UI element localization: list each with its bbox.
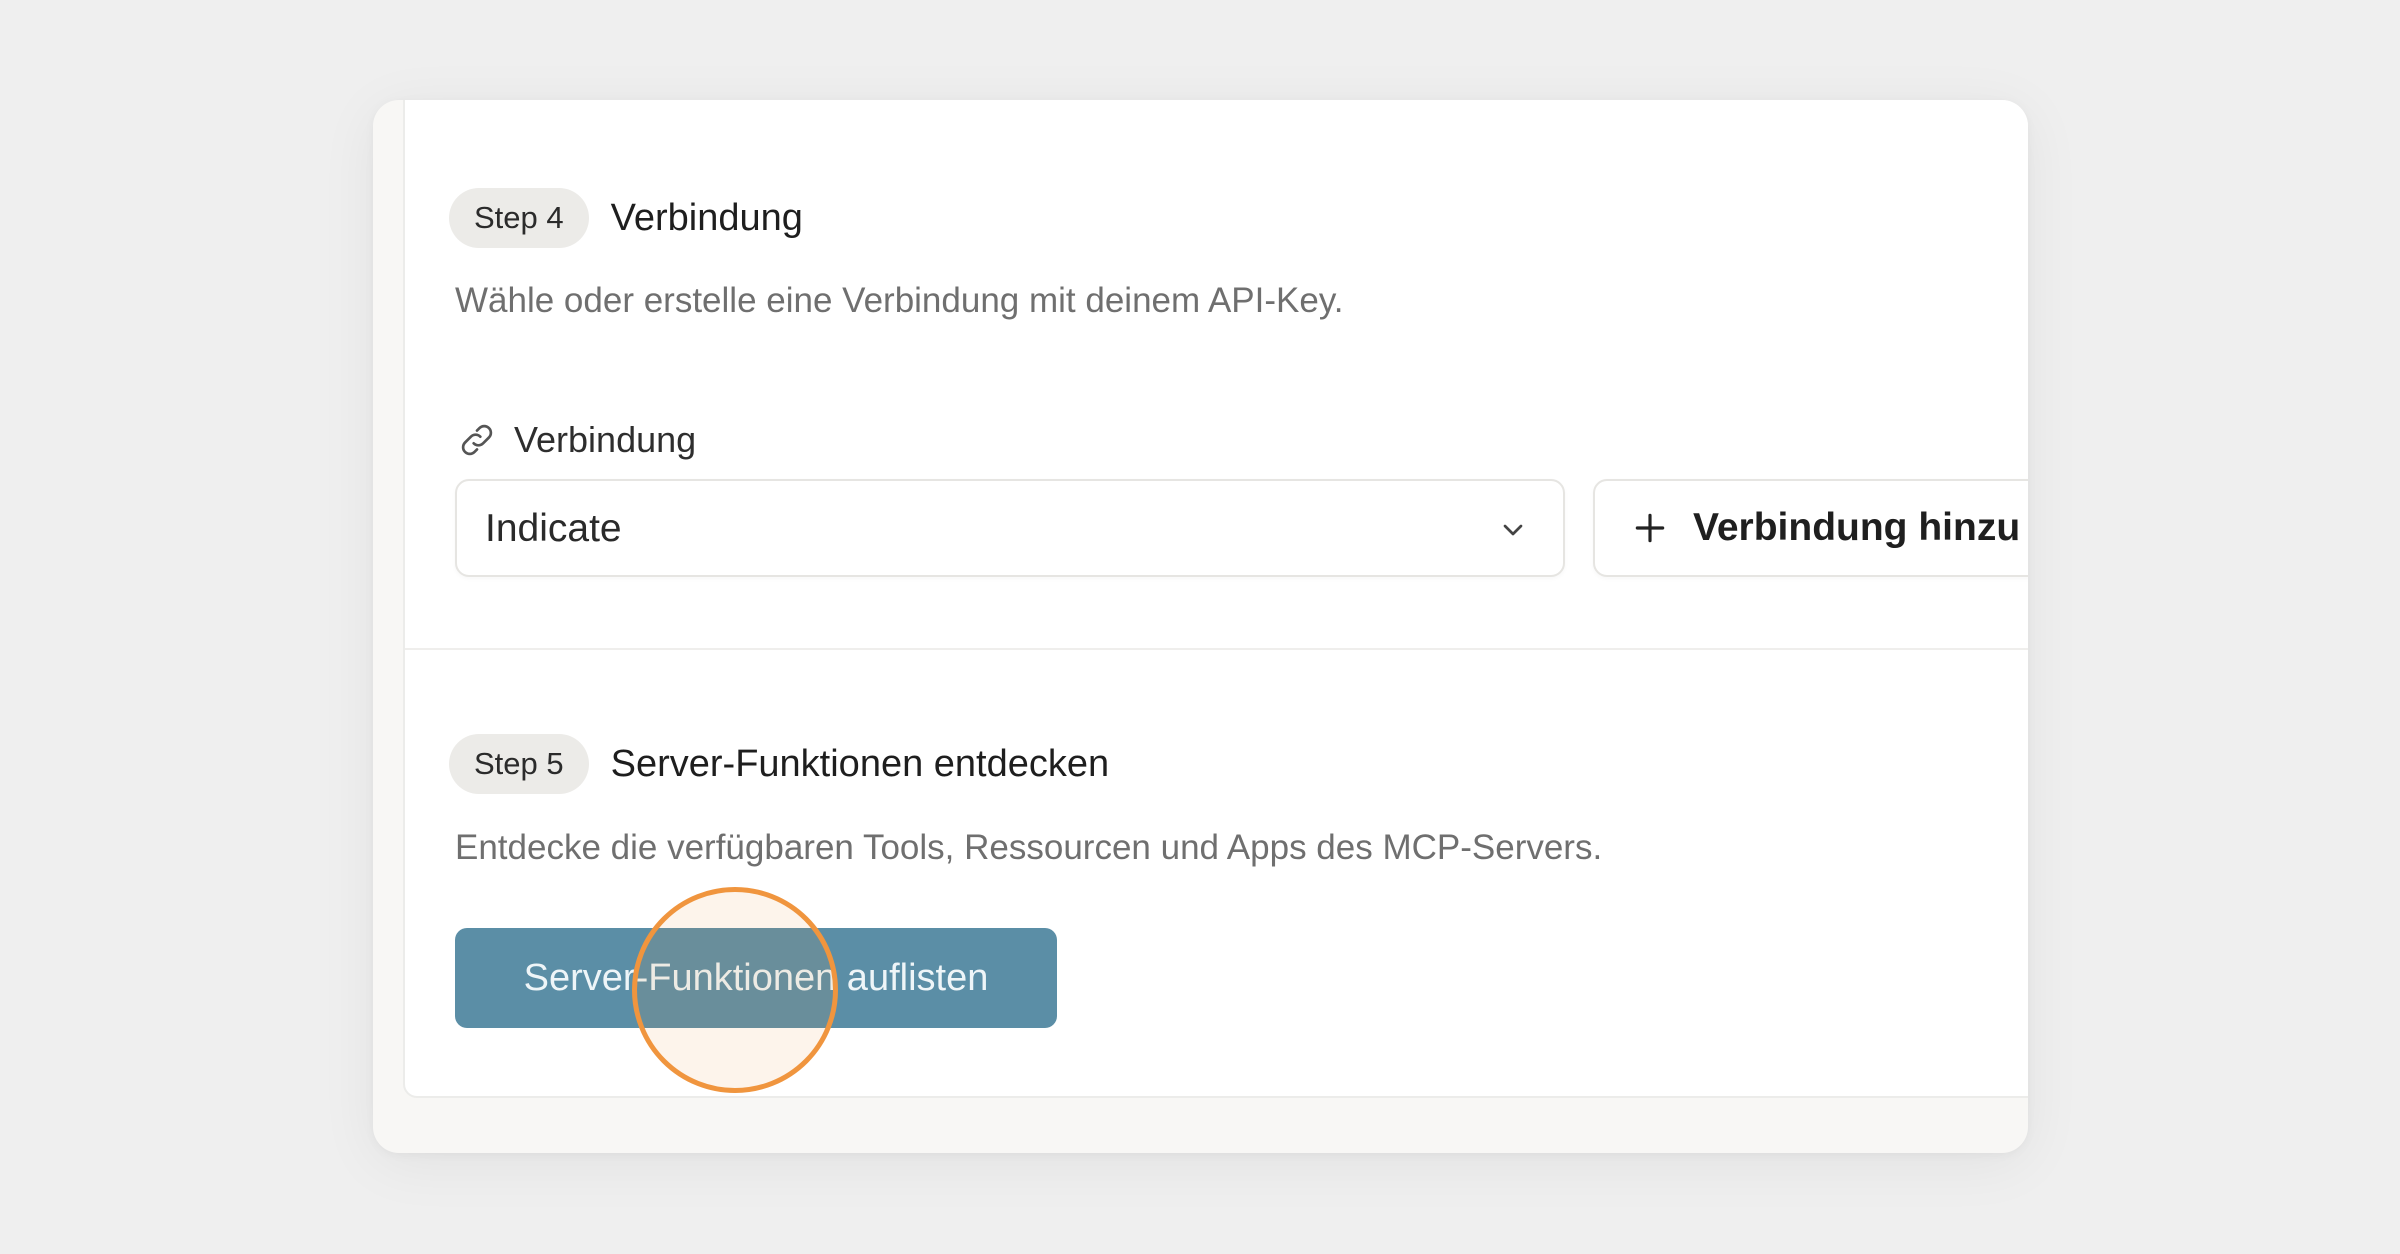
add-connection-label: Verbindung hinzu — [1693, 506, 2021, 549]
connection-field-label: Verbindung — [457, 419, 696, 461]
step-5-description: Entdecke die verfügbaren Tools, Ressourc… — [455, 828, 1603, 867]
link-icon — [461, 424, 493, 456]
window-frame: Step 4 Verbindung Wähle oder erstelle ei… — [373, 100, 2028, 1153]
plus-icon — [1635, 513, 1665, 543]
step-5-header: Step 5 Server-Funktionen entdecken — [449, 734, 1109, 794]
step-5-badge: Step 5 — [449, 734, 589, 794]
step-4-section: Step 4 Verbindung Wähle oder erstelle ei… — [405, 100, 2028, 650]
step-4-badge: Step 4 — [449, 188, 589, 248]
step-4-description: Wähle oder erstelle eine Verbindung mit … — [455, 281, 1344, 320]
list-server-functions-button[interactable]: Server-Funktionen auflisten — [455, 928, 1057, 1028]
step-4-header: Step 4 Verbindung — [449, 188, 803, 248]
step-5-section: Step 5 Server-Funktionen entdecken Entde… — [405, 650, 2028, 1100]
connection-select-value: Indicate — [485, 507, 622, 550]
step-4-title: Verbindung — [610, 196, 803, 239]
connection-field-label-text: Verbindung — [514, 419, 697, 460]
chevron-down-icon — [1503, 524, 1523, 536]
connection-select[interactable]: Indicate — [455, 479, 1565, 577]
setup-card: Step 4 Verbindung Wähle oder erstelle ei… — [403, 100, 2028, 1098]
step-5-title: Server-Funktionen entdecken — [610, 742, 1110, 785]
add-connection-button[interactable]: Verbindung hinzu — [1593, 479, 2028, 577]
